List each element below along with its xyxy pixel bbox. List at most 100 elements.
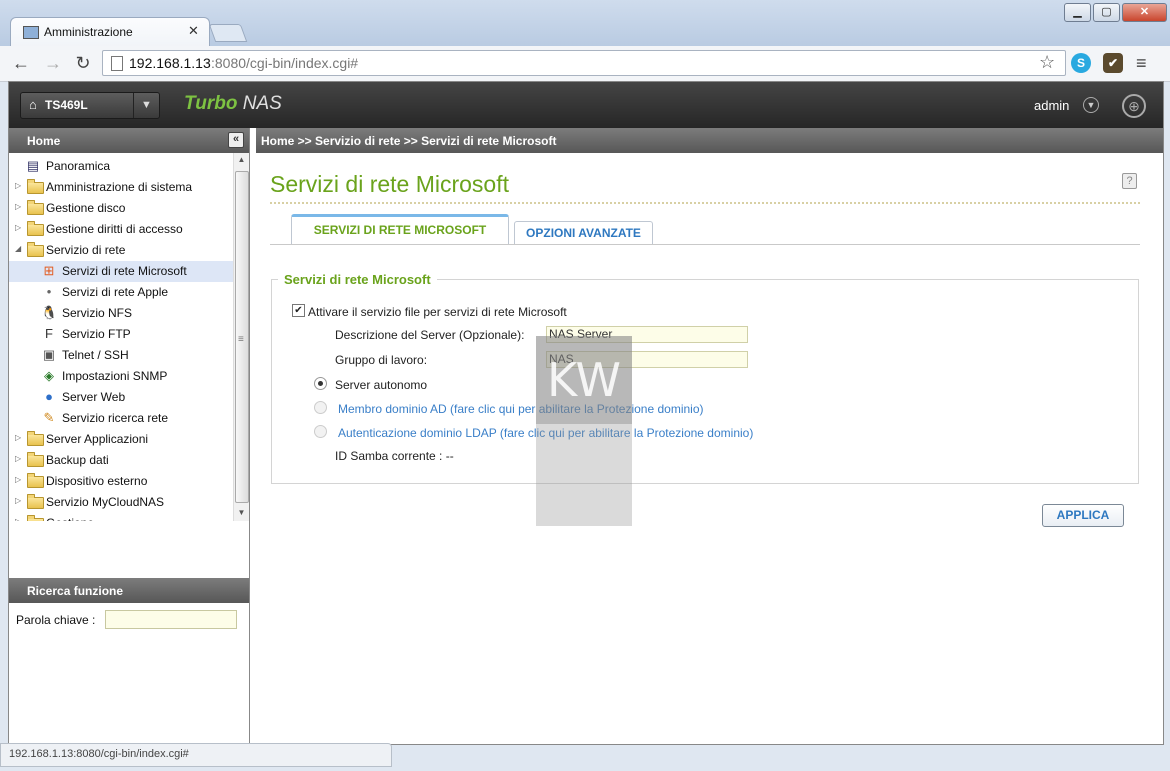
sidebar-item[interactable]: ▷ Gestione disco [9, 198, 233, 219]
sidebar-item[interactable]: ✎ Servizio ricerca rete [9, 408, 233, 429]
expand-arrow-icon[interactable]: ▷ [15, 433, 23, 442]
sidebar-item[interactable]: ▷ Server Applicazioni [9, 429, 233, 450]
sidebar-item[interactable]: ▤ Panoramica [9, 156, 233, 177]
sidebar-item[interactable]: ▷ Servizio MyCloudNAS [9, 492, 233, 513]
close-window-button[interactable]: ✕ [1122, 3, 1167, 22]
keyword-input[interactable] [105, 610, 237, 629]
ad-domain-member-radio[interactable] [314, 401, 327, 414]
sidebar-item[interactable]: • Servizi di rete Apple [9, 282, 233, 303]
tree-scrollbar[interactable]: ▲ ≡ ▼ [233, 153, 249, 521]
sidebar-item[interactable]: ▷ Dispositivo esterno [9, 471, 233, 492]
function-search-title: Ricerca funzione [27, 584, 124, 598]
folder-icon [27, 179, 44, 194]
sidebar-item[interactable]: ▷ Gestione [9, 513, 233, 521]
tab-advanced-options[interactable]: OPZIONI AVANZATE [514, 221, 653, 244]
bookmark-star-icon[interactable]: ☆ [1039, 52, 1055, 73]
user-menu-caret-icon[interactable]: ▼ [1083, 97, 1099, 113]
breadcrumb-text: Home >> Servizio di rete >> Servizi di r… [261, 134, 557, 148]
expand-arrow-icon[interactable]: ▷ [15, 517, 23, 521]
browser-tab[interactable]: Amministrazione ✕ [10, 17, 210, 47]
username[interactable]: admin [1034, 98, 1069, 113]
sidebar-item[interactable]: 🐧 Servizio NFS [9, 303, 233, 324]
expand-arrow-icon[interactable]: ▷ [15, 181, 23, 190]
windows-icon: ⊞ [43, 263, 55, 278]
ad-domain-member-link[interactable]: Membro dominio AD (fare clic qui per abi… [338, 402, 704, 416]
skype-extension-icon[interactable]: S [1071, 53, 1091, 73]
collapse-sidebar-icon[interactable]: « [228, 132, 244, 148]
sidebar-item-label: Gestione [46, 516, 94, 521]
folder-icon [27, 200, 44, 215]
forward-arrow-icon[interactable]: → [42, 52, 64, 74]
web-globe-icon: ● [45, 389, 53, 404]
tab-microsoft-network-services[interactable]: SERVIZI DI RETE MICROSOFT [291, 214, 509, 244]
brand-logo: Turbo NAS [184, 93, 282, 115]
expand-arrow-icon[interactable]: ▷ [15, 223, 23, 232]
address-bar[interactable]: 192.168.1.13 :8080/cgi-bin/index.cgi# ☆ [102, 50, 1066, 76]
maximize-button[interactable]: ▢ [1093, 3, 1120, 22]
expand-arrow-icon[interactable]: ▷ [15, 202, 23, 211]
browser-status-bar: 192.168.1.13:8080/cgi-bin/index.cgi# [0, 743, 392, 767]
folder-icon [27, 452, 44, 467]
language-globe-icon[interactable]: ⊕ [1122, 94, 1146, 118]
folder-icon [27, 494, 44, 509]
expand-arrow-icon[interactable]: ▷ [15, 475, 23, 484]
dropdown-caret-icon[interactable]: ▼ [133, 93, 159, 118]
new-tab-button[interactable] [208, 24, 248, 42]
sidebar-item[interactable]: ▣ Telnet / SSH [9, 345, 233, 366]
expand-arrow-icon[interactable]: ▷ [15, 454, 23, 463]
help-icon[interactable]: ? [1122, 173, 1137, 189]
reload-icon[interactable]: ↻ [72, 52, 94, 74]
sidebar-item-label: Impostazioni SNMP [62, 369, 168, 383]
standalone-server-radio[interactable] [314, 377, 327, 390]
back-arrow-icon[interactable]: ← [10, 52, 32, 74]
folder-icon [27, 431, 44, 446]
sidebar-item[interactable]: ● Server Web [9, 387, 233, 408]
fieldset-legend: Servizi di rete Microsoft [278, 272, 437, 287]
sidebar-item-label: Gestione disco [46, 201, 126, 215]
sidebar-item-label: Server Applicazioni [46, 432, 149, 446]
browser-menu-icon[interactable]: ≡ [1136, 53, 1147, 74]
ftp-icon: F [45, 326, 53, 341]
enable-service-checkbox[interactable]: ✔ [292, 304, 305, 317]
sidebar: Home « ▤ Panoramica ▷ Amministrazione di si… [9, 128, 250, 744]
workgroup-label: Gruppo di lavoro: [335, 353, 428, 367]
apply-button[interactable]: APPLICA [1042, 504, 1124, 527]
status-url: 192.168.1.13:8080/cgi-bin/index.cgi# [9, 748, 189, 760]
scroll-up-arrow-icon[interactable]: ▲ [234, 155, 249, 164]
sidebar-item[interactable]: ◢ Servizio di rete [9, 240, 233, 261]
sidebar-item-label: Servizio FTP [62, 327, 131, 341]
home-icon: ⌂ [29, 97, 37, 112]
function-search-header: Ricerca funzione [9, 578, 249, 603]
folder-icon [27, 515, 44, 521]
standalone-server-label: Server autonomo [335, 378, 428, 392]
collapse-arrow-icon[interactable]: ◢ [15, 244, 23, 253]
close-tab-icon[interactable]: ✕ [188, 23, 199, 39]
sidebar-item[interactable]: ▷ Backup dati [9, 450, 233, 471]
expand-arrow-icon[interactable]: ▷ [15, 496, 23, 505]
ldap-domain-auth-radio[interactable] [314, 425, 327, 438]
sidebar-item[interactable]: ⊞ Servizi di rete Microsoft [9, 261, 233, 282]
sidebar-item-label: Backup dati [46, 453, 109, 467]
server-description-label: Descrizione del Server (Opzionale): [335, 328, 525, 342]
sidebar-home-title: Home [27, 134, 61, 148]
sidebar-item-label: Panoramica [46, 159, 111, 173]
minimize-button[interactable]: ▁ [1064, 3, 1091, 22]
sidebar-item[interactable]: ▷ Gestione diritti di accesso [9, 219, 233, 240]
scroll-thumb[interactable]: ≡ [235, 171, 249, 503]
watermark-text: KW [536, 336, 632, 424]
sidebar-item-label: Server Web [62, 390, 126, 404]
tab-title: Amministrazione [44, 25, 133, 39]
sidebar-item[interactable]: ◈ Impostazioni SNMP [9, 366, 233, 387]
snmp-icon: ◈ [44, 368, 54, 383]
folder-icon [27, 242, 44, 257]
model-selector[interactable]: ⌂ TS469L ▼ [20, 92, 160, 119]
sidebar-item[interactable]: ▷ Amministrazione di sistema [9, 177, 233, 198]
sidebar-item-label: Servizio MyCloudNAS [46, 495, 165, 509]
check-extension-icon[interactable]: ✔ [1103, 53, 1123, 73]
sidebar-item[interactable]: F Servizio FTP [9, 324, 233, 345]
overview-icon: ▤ [26, 158, 40, 173]
sidebar-item-label: Amministrazione di sistema [46, 180, 193, 194]
keyword-label: Parola chiave : [16, 613, 96, 627]
sidebar-item-label: Servizi di rete Apple [62, 285, 169, 299]
scroll-down-arrow-icon[interactable]: ▼ [234, 508, 249, 517]
